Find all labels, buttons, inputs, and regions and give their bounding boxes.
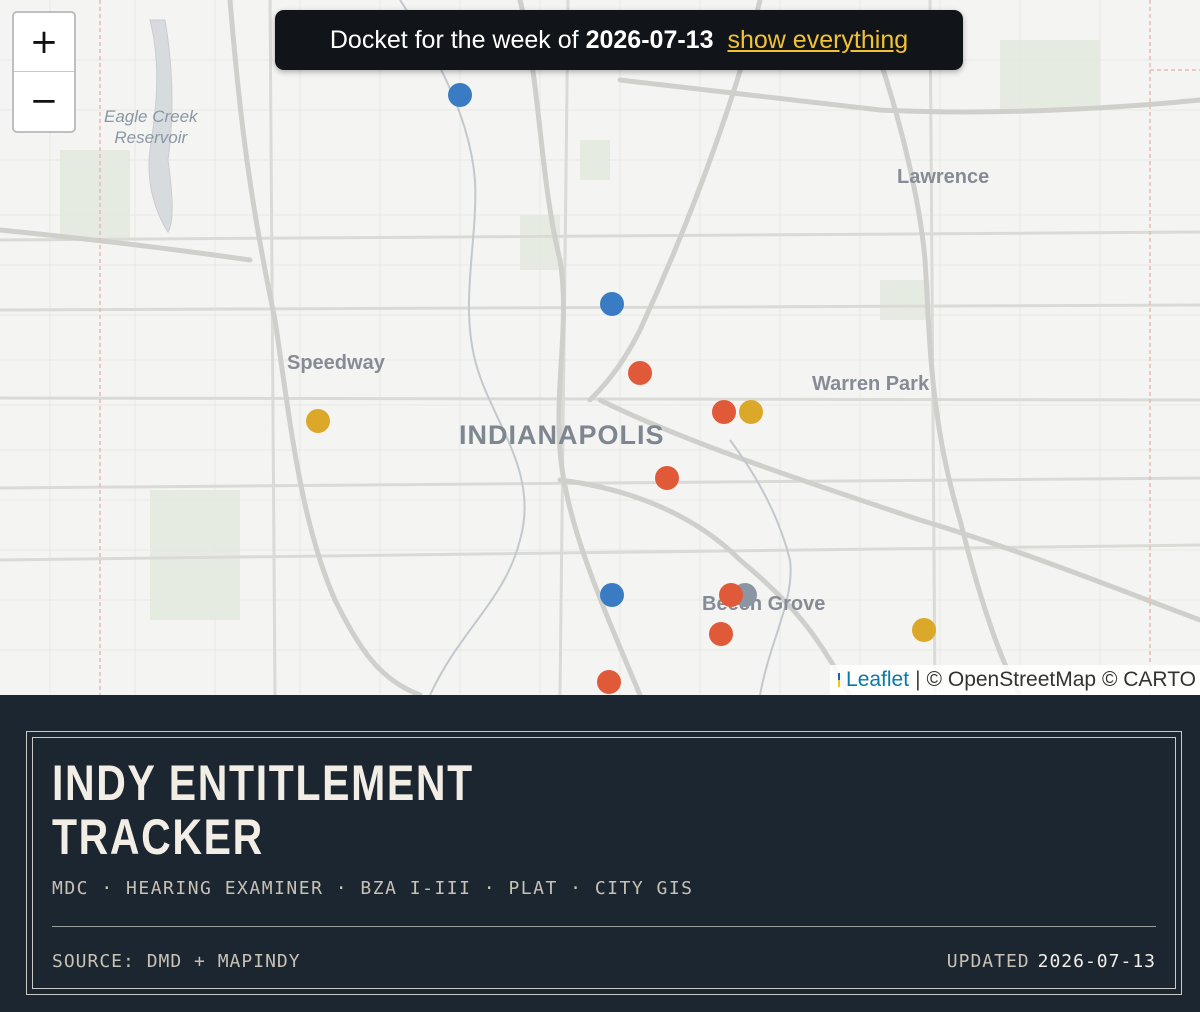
divider bbox=[52, 926, 1156, 927]
zoom-control: + − bbox=[12, 11, 76, 133]
permit-marker-red[interactable] bbox=[718, 583, 743, 608]
permit-marker-blue[interactable] bbox=[600, 291, 625, 316]
permit-marker-red[interactable] bbox=[712, 400, 737, 425]
panel-inner-frame: INDY ENTITLEMENT TRACKER MDC · HEARING E… bbox=[32, 737, 1176, 989]
lawrence-label: Lawrence bbox=[897, 166, 990, 188]
eagle-creek-reservoir-label: Eagle Creek Reservoir bbox=[104, 106, 198, 148]
permit-marker-yellow[interactable] bbox=[912, 617, 937, 642]
permit-marker-blue[interactable] bbox=[600, 583, 625, 608]
warren-park-label: Warren Park bbox=[812, 373, 930, 395]
title-line2: TRACKER bbox=[52, 809, 264, 865]
permit-marker-blue[interactable] bbox=[448, 82, 472, 107]
info-panel: INDY ENTITLEMENT TRACKER MDC · HEARING E… bbox=[0, 695, 1200, 1012]
show-everything-link[interactable]: show everything bbox=[727, 26, 908, 55]
leaflet-link[interactable]: Leaflet bbox=[846, 668, 909, 692]
updated-label: UPDATED bbox=[946, 951, 1030, 972]
attribution-separator: | bbox=[915, 668, 921, 691]
updated-date: 2026-07-13 bbox=[1037, 951, 1156, 972]
zoom-out-button[interactable]: − bbox=[14, 71, 74, 130]
permit-marker-yellow[interactable] bbox=[305, 409, 330, 434]
eagle-creek-line1: Eagle Creek bbox=[104, 107, 198, 126]
app-title: INDY ENTITLEMENT TRACKER bbox=[52, 756, 474, 864]
map[interactable]: Eagle Creek Reservoir Lawrence Speedway … bbox=[0, 0, 1200, 695]
speedway-label: Speedway bbox=[287, 352, 385, 374]
data-sources: MDC · HEARING EXAMINER · BZA I-III · PLA… bbox=[52, 878, 694, 899]
docket-banner: Docket for the week of 2026-07-13 show e… bbox=[275, 10, 963, 70]
permit-marker-red[interactable] bbox=[654, 465, 679, 490]
zoom-in-button[interactable]: + bbox=[14, 13, 74, 71]
ukraine-flag-icon bbox=[838, 673, 841, 687]
title-line1: INDY ENTITLEMENT bbox=[52, 755, 474, 811]
map-attribution: Leaflet | © OpenStreetMap © CARTO bbox=[830, 665, 1200, 695]
indianapolis-label: INDIANAPOLIS bbox=[459, 420, 665, 450]
attribution-credits: © OpenStreetMap © CARTO bbox=[926, 668, 1196, 691]
permit-marker-red[interactable] bbox=[627, 361, 652, 386]
source-credit: SOURCE: DMD + MAPINDY bbox=[52, 951, 301, 972]
eagle-creek-line2: Reservoir bbox=[114, 128, 188, 147]
banner-date: 2026-07-13 bbox=[585, 25, 714, 54]
panel-frame: INDY ENTITLEMENT TRACKER MDC · HEARING E… bbox=[26, 731, 1182, 995]
banner-prefix: Docket for the week of bbox=[329, 25, 579, 54]
permit-marker-yellow[interactable] bbox=[739, 400, 764, 425]
updated-stamp: UPDATED 2026-07-13 bbox=[947, 951, 1156, 972]
permit-marker-red[interactable] bbox=[597, 670, 622, 695]
permit-marker-red[interactable] bbox=[708, 622, 733, 647]
